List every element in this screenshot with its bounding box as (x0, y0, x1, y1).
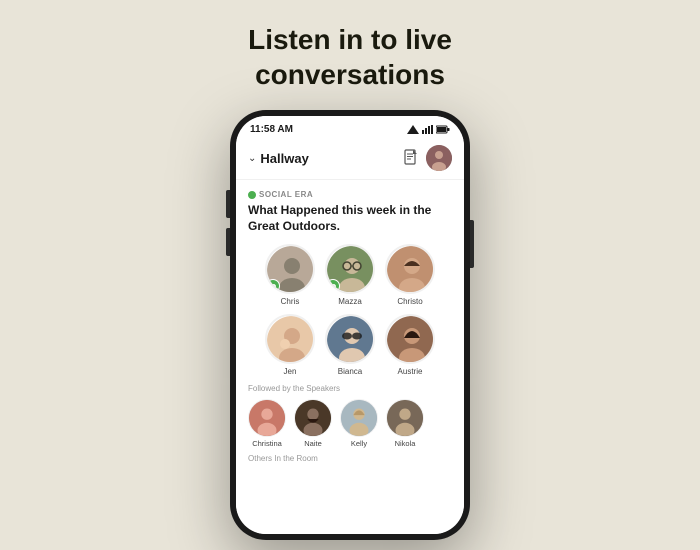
headline-line2: conversations (255, 59, 445, 90)
follower-naite[interactable]: Naite (294, 399, 332, 448)
nav-left[interactable]: ⌄ Hallway (248, 151, 309, 166)
room-title: What Happened this week in the Great Out… (248, 203, 452, 234)
speaker-name-jen: Jen (284, 367, 297, 376)
speaker-name-mazza: Mazza (338, 297, 362, 306)
battery-icon (436, 125, 450, 134)
follower-avatar-nikola (386, 399, 424, 437)
follower-avatar-naite (294, 399, 332, 437)
status-icons (407, 125, 450, 134)
user-avatar[interactable] (426, 145, 452, 171)
followers-row: Christina Naite (248, 399, 452, 448)
follower-kelly[interactable]: Kelly (340, 399, 378, 448)
speaker-bianca[interactable]: Bianca (325, 314, 375, 376)
speaker-chris[interactable]: Chris (265, 244, 315, 306)
follower-name-christina: Christina (252, 439, 282, 448)
follower-avatar-christina (248, 399, 286, 437)
status-time: 11:58 AM (250, 124, 293, 135)
speaker-avatar-bianca (325, 314, 375, 364)
phone-mockup: 11:58 AM (230, 110, 470, 540)
speaker-avatar-jen (265, 314, 315, 364)
signal-icon (407, 125, 419, 134)
nav-title: Hallway (260, 151, 308, 166)
live-dot (248, 191, 256, 199)
speaker-name-christo: Christo (397, 297, 422, 306)
speakers-row-2: Jen Bianca (248, 314, 452, 376)
back-chevron-icon[interactable]: ⌄ (248, 153, 256, 164)
speaker-jen[interactable]: Jen (265, 314, 315, 376)
speaker-name-chris: Chris (281, 297, 300, 306)
followed-label: Followed by the Speakers (248, 384, 452, 393)
speaker-avatar-austrie (385, 314, 435, 364)
room-label: SOCIAL ERA (248, 190, 452, 199)
nav-bar: ⌄ Hallway (236, 139, 464, 180)
speaker-austrie[interactable]: Austrie (385, 314, 435, 376)
speaker-name-austrie: Austrie (398, 367, 423, 376)
speaker-avatar-christo (385, 244, 435, 294)
follower-avatar-kelly (340, 399, 378, 437)
page-headline: Listen in to live conversations (248, 22, 452, 92)
nav-right (404, 145, 452, 171)
speaker-avatar-chris (265, 244, 315, 294)
follower-name-kelly: Kelly (351, 439, 367, 448)
room-content: SOCIAL ERA What Happened this week in th… (236, 180, 464, 534)
speaker-badge-chris (266, 279, 280, 293)
speaker-mazza[interactable]: Mazza (325, 244, 375, 306)
wifi-icon (422, 125, 433, 134)
phone-screen: 11:58 AM (236, 116, 464, 534)
speaker-christo[interactable]: Christo (385, 244, 435, 306)
status-bar: 11:58 AM (236, 116, 464, 139)
speaker-name-bianca: Bianca (338, 367, 362, 376)
headline-line1: Listen in to live (248, 24, 452, 55)
speaker-avatar-mazza (325, 244, 375, 294)
follower-name-nikola: Nikola (395, 439, 416, 448)
follower-name-naite: Naite (304, 439, 322, 448)
follower-christina[interactable]: Christina (248, 399, 286, 448)
speakers-row-1: Chris (248, 244, 452, 306)
others-label: Others In the Room (248, 454, 452, 463)
room-label-text: SOCIAL ERA (259, 190, 313, 199)
speaker-badge-mazza (326, 279, 340, 293)
follower-nikola[interactable]: Nikola (386, 399, 424, 448)
document-icon[interactable] (404, 149, 418, 168)
